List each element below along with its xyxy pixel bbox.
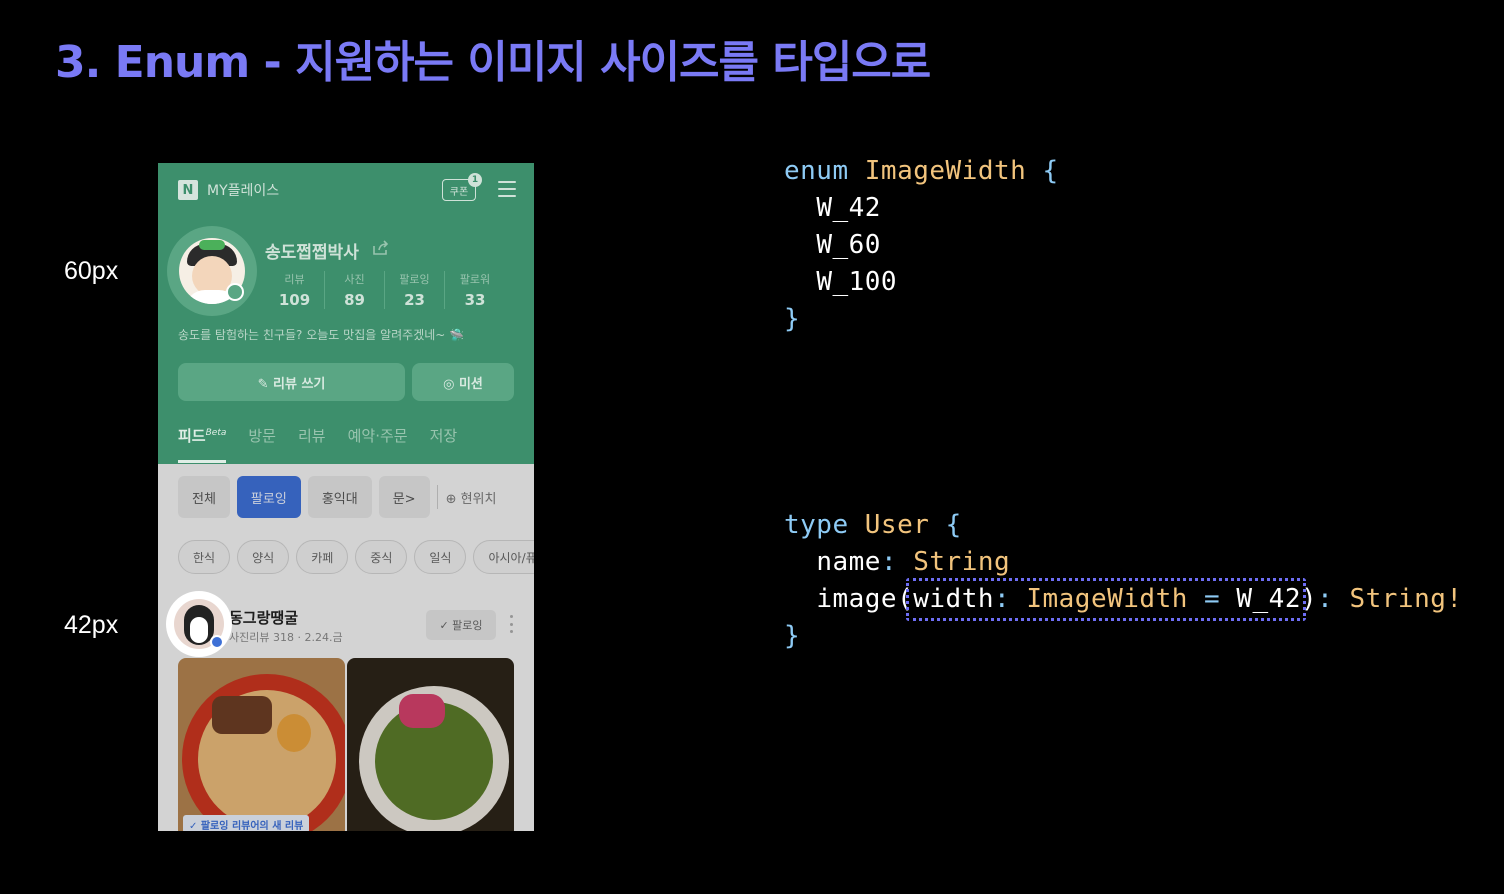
- stat-value: 89: [344, 291, 365, 309]
- tab-reviews[interactable]: 리뷰: [298, 425, 326, 446]
- naver-logo-icon[interactable]: N: [178, 180, 198, 200]
- size-label-60: 60px: [64, 257, 119, 285]
- enum-value: W_42: [816, 193, 881, 223]
- avatar-edit-badge[interactable]: [226, 283, 244, 301]
- hamburger-menu-icon[interactable]: [498, 181, 516, 197]
- stat-label: 팔로잉: [399, 273, 430, 286]
- profile-tabs: 피드Beta 방문 리뷰 예약·주문 저장: [178, 425, 479, 463]
- share-icon[interactable]: [371, 240, 391, 256]
- stat-value: 109: [278, 291, 311, 309]
- category-chip[interactable]: 아시아/퓨: [473, 540, 534, 574]
- field-name: name: [816, 547, 881, 577]
- size-label-42: 42px: [64, 611, 119, 639]
- stat-value: 33: [464, 291, 486, 309]
- category-chip[interactable]: 양식: [237, 540, 290, 574]
- code-keyword: enum: [784, 156, 849, 186]
- field-type: String!: [1349, 584, 1463, 614]
- category-chip[interactable]: 카페: [296, 540, 349, 574]
- tab-label: 피드: [178, 427, 206, 445]
- coupon-button[interactable]: 쿠폰 1: [442, 173, 482, 201]
- chip-divider: [436, 485, 438, 509]
- code-type-name: User: [864, 510, 930, 540]
- coupon-label: 쿠폰: [449, 186, 469, 198]
- enum-value: W_100: [816, 267, 898, 297]
- field-name: image: [816, 584, 898, 614]
- profile-username: 송도쩝쩝박사: [265, 243, 359, 263]
- stat-value: 23: [404, 291, 425, 309]
- code-keyword: type: [784, 510, 849, 540]
- filter-chip-hongik[interactable]: 홍익대: [307, 476, 372, 518]
- code-type-name: ImageWidth: [864, 156, 1027, 186]
- post-author-name[interactable]: 동그랑땡굴: [229, 607, 298, 628]
- feed-filter-chips: 전체 팔로잉 홍익대 문> ⊕ 현위치: [178, 476, 496, 518]
- top-bar: N MY플레이스 쿠폰 1: [178, 173, 520, 201]
- field-type: String: [913, 547, 1011, 577]
- current-location-button[interactable]: ⊕ 현위치: [446, 476, 497, 518]
- brand-label: MY플레이스: [207, 183, 280, 199]
- filter-chip-all[interactable]: 전체: [178, 476, 230, 518]
- coupon-count-badge: 1: [468, 173, 482, 187]
- post-author-avatar[interactable]: [166, 591, 232, 657]
- slide-title: 3. Enum - 지원하는 이미지 사이즈를 타입으로: [55, 37, 931, 88]
- write-review-button[interactable]: ✎ 리뷰 쓰기: [178, 363, 405, 401]
- post-photo-rice-bowl[interactable]: [347, 658, 514, 831]
- tab-feed[interactable]: 피드Beta: [178, 425, 227, 463]
- stat-label: 리뷰: [284, 273, 305, 286]
- enum-code-block: enum ImageWidth { W_42 W_60 W_100 }: [784, 156, 1059, 334]
- profile-header: N MY플레이스 쿠폰 1 송도쩝쩝박사 리뷰 109 사진 89 팔로잉 23…: [158, 163, 534, 464]
- stat-followers[interactable]: 팔로워 33: [445, 271, 505, 309]
- profile-stats: 리뷰 109 사진 89 팔로잉 23 팔로워 33: [265, 271, 505, 309]
- profile-bio: 송도를 탐험하는 친구들? 오늘도 맛집을 알려주겠네~ 🛸: [178, 328, 465, 342]
- enum-value: W_60: [816, 230, 881, 260]
- stat-reviews[interactable]: 리뷰 109: [265, 271, 325, 309]
- category-chip[interactable]: 중식: [355, 540, 408, 574]
- post-photo-ramen[interactable]: [178, 658, 345, 831]
- more-options-icon[interactable]: [510, 615, 514, 633]
- post-meta: 사진리뷰 318 · 2.24.금: [229, 631, 343, 644]
- filter-chip-more[interactable]: 문>: [378, 476, 430, 518]
- phone-screenshot: N MY플레이스 쿠폰 1 송도쩝쩝박사 리뷰 109 사진 89 팔로잉 23…: [158, 163, 534, 831]
- category-chip[interactable]: 일식: [414, 540, 467, 574]
- new-review-badge: ✓ 팔로잉 리뷰어의 새 리뷰: [183, 815, 310, 831]
- filter-chip-following[interactable]: 팔로잉: [236, 476, 301, 518]
- tab-reservations[interactable]: 예약·주문: [348, 425, 408, 446]
- tab-visits[interactable]: 방문: [248, 425, 276, 446]
- code-highlight-box: [906, 578, 1306, 621]
- category-chips: 한식 양식 카페 중식 일식 아시아/퓨: [178, 540, 534, 574]
- category-chip[interactable]: 한식: [178, 540, 231, 574]
- profile-avatar[interactable]: [167, 226, 257, 316]
- verified-badge-icon: [210, 635, 224, 649]
- stat-photos[interactable]: 사진 89: [325, 271, 385, 309]
- tab-saved[interactable]: 저장: [430, 425, 458, 446]
- stat-label: 사진: [344, 273, 365, 286]
- stat-label: 팔로워: [459, 273, 491, 286]
- mission-button[interactable]: ◎ 미션: [412, 363, 514, 401]
- following-button[interactable]: ✓ 팔로잉: [426, 610, 496, 640]
- stat-following[interactable]: 팔로잉 23: [385, 271, 445, 309]
- tab-beta-sup: Beta: [205, 428, 227, 438]
